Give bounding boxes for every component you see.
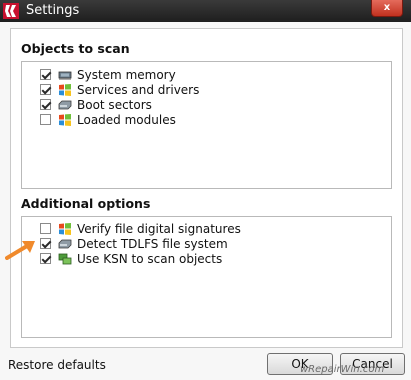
list-item[interactable]: Detect TDLFS file system (40, 236, 228, 251)
additional-section-title: Additional options (21, 196, 151, 211)
list-item-label: Services and drivers (77, 82, 200, 97)
settings-panel: Objects to scan System memory Services a… (10, 28, 403, 348)
list-item-label: System memory (77, 67, 176, 82)
kaspersky-logo-icon (3, 3, 19, 19)
objects-section-title: Objects to scan (21, 41, 130, 56)
settings-window: Settings x Objects to scan System memory (0, 0, 411, 380)
services-drivers-checkbox[interactable] (40, 84, 51, 95)
disk-drive-icon (58, 100, 72, 109)
watermark-text: wRepairWin.com (300, 364, 385, 375)
window-title: Settings (26, 3, 80, 18)
additional-listbox[interactable]: Verify file digital signatures Detect TD… (21, 216, 392, 338)
list-item-label: Boot sectors (77, 97, 152, 112)
use-ksn-checkbox[interactable] (40, 253, 51, 264)
list-item[interactable]: Verify file digital signatures (40, 221, 241, 236)
orange-arrow-icon (5, 241, 35, 260)
list-item[interactable]: System memory (40, 67, 176, 82)
detect-tdlfs-checkbox[interactable] (40, 238, 51, 249)
list-item-label: Loaded modules (77, 112, 176, 127)
verify-signatures-checkbox[interactable] (40, 223, 51, 234)
list-item[interactable]: Boot sectors (40, 97, 152, 112)
close-button[interactable]: x (371, 0, 403, 17)
close-icon: x (383, 2, 391, 13)
objects-listbox[interactable]: System memory Services and drivers Boot … (21, 61, 392, 189)
system-memory-checkbox[interactable] (40, 69, 51, 80)
list-item-label: Verify file digital signatures (77, 221, 241, 236)
windows-logo-icon (59, 83, 71, 96)
windows-logo-icon (59, 113, 71, 126)
boot-sectors-checkbox[interactable] (40, 99, 51, 110)
list-item-label: Detect TDLFS file system (77, 236, 228, 251)
loaded-modules-checkbox[interactable] (40, 114, 51, 125)
windows-logo-icon (59, 222, 71, 235)
list-item[interactable]: Services and drivers (40, 82, 199, 97)
disk-drive-icon (58, 239, 72, 248)
memory-chip-icon (58, 71, 72, 80)
restore-defaults-link[interactable]: Restore defaults (8, 358, 106, 372)
ksn-network-icon (58, 253, 72, 264)
list-item[interactable]: Use KSN to scan objects (40, 251, 222, 266)
list-item-label: Use KSN to scan objects (77, 251, 223, 266)
title-bar[interactable]: Settings x (0, 0, 411, 22)
list-item[interactable]: Loaded modules (40, 112, 176, 127)
